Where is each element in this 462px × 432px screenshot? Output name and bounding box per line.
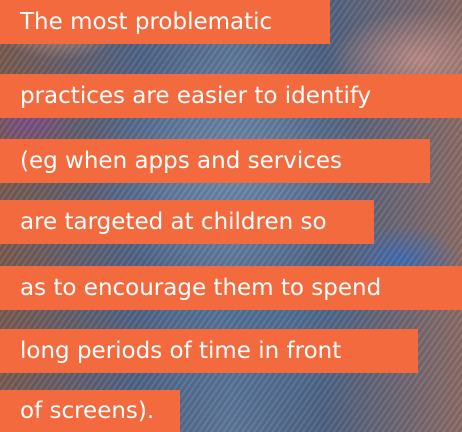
- caption-line-1: The most problematic: [0, 0, 330, 44]
- caption-line-5: as to encourage them to spend: [0, 266, 462, 310]
- caption-line-3: (eg when apps and services: [0, 139, 430, 183]
- caption-line-7: of screens).: [0, 390, 180, 432]
- caption-line-6: long periods of time in front: [0, 329, 418, 373]
- caption-line-2: practices are easier to identify: [0, 74, 462, 118]
- caption-line-4: are targeted at children so: [0, 200, 374, 244]
